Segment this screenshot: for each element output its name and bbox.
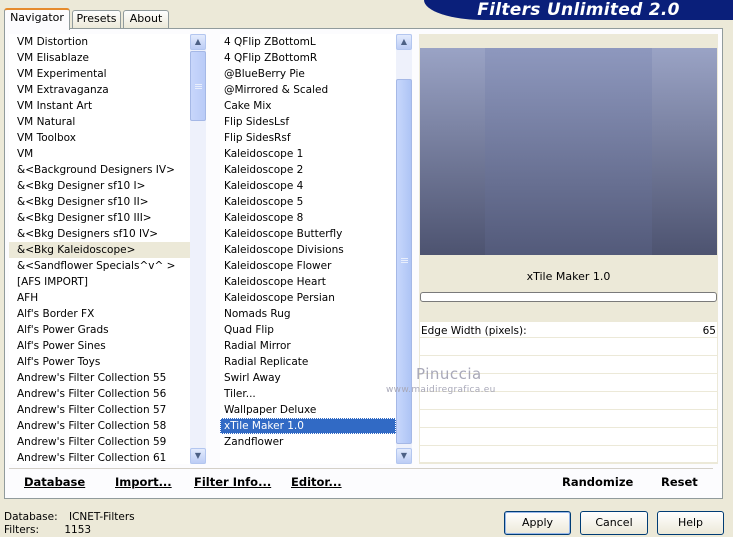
- filter-list-item[interactable]: Kaleidoscope 1: [220, 146, 396, 162]
- filter-list-item[interactable]: Kaleidoscope 8: [220, 210, 396, 226]
- filter-list-item[interactable]: Kaleidoscope Flower: [220, 258, 396, 274]
- scroll-down-arrow-icon[interactable]: ▼: [190, 448, 206, 464]
- database-button[interactable]: Database: [24, 475, 85, 489]
- database-status: Database: ICNET-Filters: [4, 511, 135, 523]
- category-list-item[interactable]: VM Extravaganza: [9, 82, 191, 98]
- filters-count-status: Filters: 1153: [4, 524, 91, 536]
- category-list-item[interactable]: VM Elisablaze: [9, 50, 191, 66]
- filter-list-item[interactable]: Kaleidoscope 5: [220, 194, 396, 210]
- category-list-item[interactable]: VM: [9, 146, 191, 162]
- title-banner: Filters Unlimited 2.0: [424, 0, 733, 20]
- cancel-button[interactable]: Cancel: [580, 511, 648, 535]
- filter-list-item[interactable]: Flip SidesRsf: [220, 130, 396, 146]
- category-list-item[interactable]: Andrew's Filter Collection 61: [9, 450, 191, 464]
- database-status-value: ICNET-Filters: [68, 511, 135, 523]
- category-list-item[interactable]: Alf's Border FX: [9, 306, 191, 322]
- randomize-button[interactable]: Randomize: [562, 475, 633, 489]
- editor-button[interactable]: Editor...: [291, 475, 342, 489]
- tab-navigator[interactable]: Navigator: [4, 8, 70, 30]
- filter-list-item[interactable]: Flip SidesLsf: [220, 114, 396, 130]
- filter-list-item[interactable]: Cake Mix: [220, 98, 396, 114]
- filter-list-item[interactable]: Kaleidoscope 2: [220, 162, 396, 178]
- category-list-item[interactable]: Andrew's Filter Collection 55: [9, 370, 191, 386]
- filters-count-label: Filters:: [4, 524, 40, 536]
- category-list-item[interactable]: VM Distortion: [9, 34, 191, 50]
- category-list-item[interactable]: Andrew's Filter Collection 57: [9, 402, 191, 418]
- progress-bar: [420, 292, 717, 302]
- category-list-item[interactable]: AFH: [9, 290, 191, 306]
- category-list-item[interactable]: Andrew's Filter Collection 58: [9, 418, 191, 434]
- filter-list-item[interactable]: Radial Replicate: [220, 354, 396, 370]
- filter-list-item[interactable]: Kaleidoscope Divisions: [220, 242, 396, 258]
- filter-list-item[interactable]: Quad Flip: [220, 322, 396, 338]
- filter-list-item[interactable]: 4 QFlip ZBottomR: [220, 50, 396, 66]
- edge-width-label: Edge Width (pixels):: [421, 325, 527, 337]
- scroll-up-arrow-icon[interactable]: ▲: [396, 34, 412, 50]
- filter-list-item[interactable]: Wallpaper Deluxe: [220, 402, 396, 418]
- category-list-item[interactable]: VM Natural: [9, 114, 191, 130]
- filters-count-value: 1153: [64, 524, 92, 536]
- category-list-item[interactable]: Andrew's Filter Collection 56: [9, 386, 191, 402]
- filter-list-item[interactable]: @Mirrored & Scaled: [220, 82, 396, 98]
- category-list-item[interactable]: &<Sandflower Specials^v^ >: [9, 258, 191, 274]
- filter-list-item[interactable]: Zandflower: [220, 434, 396, 450]
- category-list-item[interactable]: &<Bkg Kaleidoscope>: [9, 242, 191, 258]
- watermark-site: www.maidiregrafica.eu: [386, 385, 496, 395]
- filter-list-item[interactable]: Swirl Away: [220, 370, 396, 386]
- database-status-label: Database:: [4, 511, 58, 523]
- filter-list-item[interactable]: Kaleidoscope Persian: [220, 290, 396, 306]
- filter-list-item[interactable]: @BlueBerry Pie: [220, 66, 396, 82]
- category-list-item[interactable]: VM Instant Art: [9, 98, 191, 114]
- help-button[interactable]: Help: [657, 511, 724, 535]
- filter-list-item[interactable]: Kaleidoscope Butterfly: [220, 226, 396, 242]
- preview-tile: [485, 48, 652, 255]
- filter-list-item[interactable]: xTile Maker 1.0: [220, 418, 396, 434]
- category-list-item[interactable]: &<Bkg Designer sf10 II>: [9, 194, 191, 210]
- filter-title: xTile Maker 1.0: [526, 270, 611, 283]
- edge-width-value[interactable]: 65: [690, 325, 716, 337]
- category-list-item[interactable]: &<Background Designers IV>: [9, 162, 191, 178]
- category-list-item[interactable]: VM Toolbox: [9, 130, 191, 146]
- reset-button[interactable]: Reset: [661, 475, 698, 489]
- category-list-item[interactable]: VM Experimental: [9, 66, 191, 82]
- import-button[interactable]: Import...: [115, 475, 172, 489]
- category-list-item[interactable]: Alf's Power Sines: [9, 338, 191, 354]
- divider: [9, 468, 713, 469]
- category-list-item[interactable]: &<Bkg Designer sf10 I>: [9, 178, 191, 194]
- filter-info-button[interactable]: Filter Info...: [194, 475, 271, 489]
- watermark-name: Pinuccia: [416, 365, 482, 383]
- category-list-item[interactable]: Andrew's Filter Collection 59: [9, 434, 191, 450]
- category-list-item[interactable]: &<Bkg Designers sf10 IV>: [9, 226, 191, 242]
- apply-button[interactable]: Apply: [504, 511, 571, 535]
- tab-presets[interactable]: Presets: [72, 10, 121, 28]
- category-scrollbar[interactable]: ▲ ▼: [190, 34, 206, 464]
- category-list-item[interactable]: [AFS IMPORT]: [9, 274, 191, 290]
- filter-list-item[interactable]: Kaleidoscope 4: [220, 178, 396, 194]
- filter-list-item[interactable]: Kaleidoscope Heart: [220, 274, 396, 290]
- scroll-up-arrow-icon[interactable]: ▲: [190, 34, 206, 50]
- filter-list-item[interactable]: Nomads Rug: [220, 306, 396, 322]
- tab-about[interactable]: About: [123, 10, 169, 28]
- filter-scrollbar[interactable]: ▲ ▼: [396, 34, 412, 464]
- category-list[interactable]: VM Distortion VM Elisablaze VM Experimenta…: [9, 34, 191, 464]
- filter-list-item[interactable]: 4 QFlip ZBottomL: [220, 34, 396, 50]
- category-list-item[interactable]: Alf's Power Grads: [9, 322, 191, 338]
- category-list-item[interactable]: Alf's Power Toys: [9, 354, 191, 370]
- filter-list-item[interactable]: Tiler...: [220, 386, 396, 402]
- category-list-item[interactable]: &<Bkg Designer sf10 III>: [9, 210, 191, 226]
- filter-list-item[interactable]: Radial Mirror: [220, 338, 396, 354]
- filter-list[interactable]: 4 QFlip ZBottomL 4 QFlip ZBottomR @BlueBer…: [220, 34, 396, 464]
- scroll-down-arrow-icon[interactable]: ▼: [396, 448, 412, 464]
- tab-bar: Navigator Presets About: [4, 8, 424, 30]
- scrollbar-thumb[interactable]: [190, 51, 206, 121]
